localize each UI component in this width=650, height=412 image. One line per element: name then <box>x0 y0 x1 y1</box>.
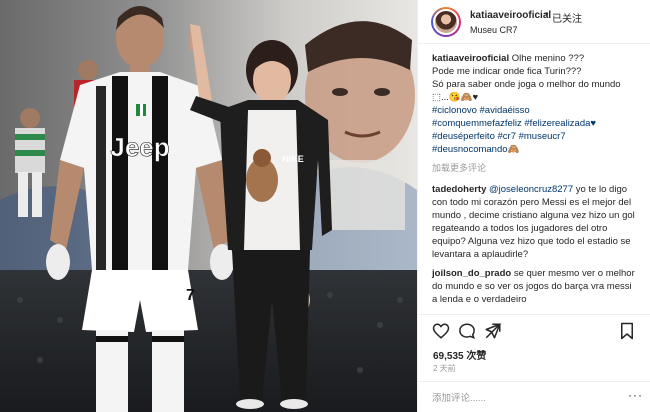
caption-line-1: Olhe menino ??? <box>511 53 585 64</box>
hashtag-line-1[interactable]: #ciclonovo #avidaéisso <box>432 104 637 117</box>
follow-status-button[interactable]: 已关注 <box>552 10 582 25</box>
post-location[interactable]: Museu CR7 <box>470 25 518 35</box>
caption: katiaaveirooficial Olhe menino ??? Pode … <box>432 52 637 175</box>
post-side-panel: katiaaveirooficial • 已关注 Museu CR7 katia… <box>417 0 650 412</box>
heart-icon[interactable] <box>432 322 450 340</box>
likes-number: 69,535 <box>433 351 464 362</box>
share-icon[interactable] <box>484 322 502 340</box>
comment-composer: ··· <box>418 381 650 412</box>
jacket-brand: NIKE <box>282 154 304 164</box>
comment-item: joilson_do_prado se quer mesmo ver o mel… <box>432 267 637 306</box>
caption-line-3: Só para saber onde joga o melhor do mund… <box>432 79 621 103</box>
caption-username[interactable]: katiaaveirooficial <box>432 53 509 64</box>
comment-username[interactable]: joilson_do_prado <box>432 268 511 279</box>
load-more-comments-link[interactable]: 加载更多评论 <box>432 162 637 175</box>
likes-count[interactable]: 69,535 次赞 <box>433 347 486 362</box>
avatar-image <box>433 9 459 35</box>
add-comment-input[interactable] <box>432 389 612 407</box>
photo-illustration: Jeep 7 NIKE <box>0 0 417 412</box>
comment-item: tadedoherty @joseleoncruz8277 yo te lo d… <box>432 183 637 261</box>
comments-list[interactable]: katiaaveirooficial Olhe menino ??? Pode … <box>418 52 650 314</box>
post-actions: 69,535 次赞 2 天前 ··· <box>418 314 650 412</box>
comment-username[interactable]: tadedoherty <box>432 184 486 195</box>
avatar[interactable] <box>431 7 461 37</box>
hashtag-line-2[interactable]: #comquemmefazfeliz #felizerealizada♥ <box>432 117 637 130</box>
bookmark-icon[interactable] <box>618 322 636 340</box>
hashtag-line-3[interactable]: #deuséperfeito #cr7 #museucr7 <box>432 130 637 143</box>
comment-text: yo te lo digo con todo mi corazón pero M… <box>432 184 635 260</box>
shorts-number: 7 <box>186 287 195 304</box>
comment-icon[interactable] <box>458 322 476 340</box>
more-options-button[interactable]: ··· <box>628 388 643 402</box>
post-header: katiaaveirooficial • 已关注 Museu CR7 <box>418 0 650 44</box>
post-username[interactable]: katiaaveirooficial <box>470 10 551 21</box>
comment-mention[interactable]: @joseleoncruz8277 <box>489 184 573 195</box>
likes-label: 次赞 <box>466 351 487 362</box>
post-time: 2 天前 <box>433 364 456 373</box>
jersey-sponsor: Jeep <box>110 132 169 162</box>
caption-line-2: Pode me indicar onde fica Turin??? <box>432 66 582 77</box>
separator-dot: • <box>545 9 549 20</box>
post-photo[interactable]: Jeep 7 NIKE <box>0 0 417 412</box>
hashtag-line-4[interactable]: #deusnocomando🙈 <box>432 143 637 156</box>
